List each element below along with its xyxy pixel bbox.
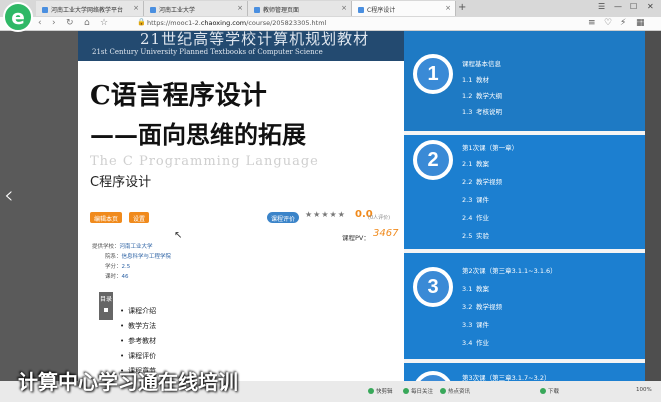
- course-name: C程序设计: [90, 175, 152, 190]
- rating-stars[interactable]: ★★★★★: [305, 210, 346, 219]
- new-tab-button[interactable]: +: [458, 2, 466, 13]
- info-credit: 学分：2.5: [105, 264, 131, 270]
- favicon-icon: [358, 7, 364, 13]
- url-field[interactable]: https://mooc1-2.chaoxing.com/course/2058…: [147, 19, 326, 27]
- tab-label: 河南工业大学网络教学平台: [51, 7, 124, 14]
- chapter-sidebar: 1 课程基本信息 1.1 教材 1.2 教学大纲 1.3 考核说明 2 第1次课（第一…: [404, 31, 645, 402]
- chapter-item[interactable]: 3.3 课件: [462, 319, 489, 329]
- info-school: 提供学校：河南工业大学: [92, 244, 153, 250]
- chapter-number-3: 3: [413, 267, 453, 307]
- chapter-item[interactable]: 3.2 教学视频: [462, 301, 502, 311]
- directory-icon: [104, 308, 108, 312]
- favicon-icon: [254, 7, 260, 13]
- chapter-item[interactable]: 2.2 教学视频: [462, 176, 502, 186]
- book-title: C语言程序设计: [90, 81, 267, 111]
- zoom-level[interactable]: 100%: [636, 387, 652, 393]
- page-scrollbar[interactable]: [645, 31, 661, 402]
- menu-course-rating[interactable]: 课程评价: [120, 351, 156, 361]
- chapter-number-1: 1: [413, 54, 453, 94]
- tab-4[interactable]: C程序设计 ×: [352, 1, 456, 16]
- extensions-icon[interactable]: ▦: [636, 18, 645, 28]
- tab-1[interactable]: 河南工业大学网络教学平台 ×: [36, 1, 144, 16]
- divider: [404, 249, 645, 253]
- rating-count: (0人评价): [368, 215, 391, 221]
- browser-window: 河南工业大学网络教学平台 × 河南工业大学 × 教师管理页面 × C程序设计 × + ☰…: [0, 0, 661, 402]
- menu-reference-books[interactable]: 参考教材: [120, 336, 156, 346]
- chapter-number-2: 2: [413, 140, 453, 180]
- info-dept: 院系：信息科学与工程学院: [105, 254, 172, 260]
- chapter-title-2[interactable]: 第1次课（第一章）: [462, 142, 518, 152]
- mouse-cursor-icon: ↖: [174, 230, 183, 241]
- chapter-item[interactable]: 2.4 作业: [462, 212, 489, 222]
- video-caption-watermark: 计算中心学习通在线培训: [18, 370, 238, 394]
- previous-arrow-icon[interactable]: ‹: [4, 181, 14, 209]
- chapter-item[interactable]: 3.1 教案: [462, 283, 489, 293]
- minimize-icon[interactable]: —: [614, 2, 622, 11]
- lightning-icon[interactable]: ⚡: [620, 18, 626, 28]
- pv-value: 3467: [373, 228, 399, 239]
- divider: [404, 359, 645, 363]
- book-title-en: The C Programming Language: [90, 154, 319, 169]
- divider: [404, 131, 645, 135]
- chapter-item[interactable]: 1.3 考核说明: [462, 106, 502, 116]
- home-icon[interactable]: ⌂: [84, 18, 90, 28]
- chapter-item[interactable]: 2.1 教案: [462, 158, 489, 168]
- tab-strip: 河南工业大学网络教学平台 × 河南工业大学 × 教师管理页面 × C程序设计 × + ☰…: [0, 0, 661, 17]
- close-tab-icon[interactable]: ×: [341, 4, 347, 12]
- menu-icon[interactable]: ☰: [598, 2, 605, 11]
- favicon-icon: [150, 7, 156, 13]
- series-title-en: 21st Century University Planned Textbook…: [92, 48, 323, 56]
- chapter-title-1[interactable]: 课程基本信息: [462, 58, 501, 68]
- tab-label: 河南工业大学: [159, 7, 196, 14]
- status-item[interactable]: 下载: [540, 387, 559, 395]
- back-icon[interactable]: ‹: [38, 18, 42, 28]
- pv-label: 课程PV：: [342, 234, 370, 242]
- favicon-icon: [42, 7, 48, 13]
- reader-icon[interactable]: ≡: [588, 18, 596, 28]
- status-item[interactable]: 热点资讯: [440, 387, 470, 395]
- edit-page-button[interactable]: 编辑本页: [90, 212, 123, 223]
- close-window-icon[interactable]: ✕: [647, 2, 654, 11]
- close-tab-icon[interactable]: ×: [133, 4, 139, 12]
- menu-course-intro[interactable]: 课程介绍: [120, 306, 156, 316]
- reload-icon[interactable]: ↻: [66, 18, 74, 28]
- info-hours: 课时：46: [105, 274, 129, 280]
- series-title-cn: 21世纪高等学校计算机规划教材: [140, 31, 370, 48]
- close-tab-icon[interactable]: ×: [237, 4, 243, 12]
- course-main-panel: 21世纪高等学校计算机规划教材 21st Century University …: [78, 31, 404, 402]
- favorites-icon[interactable]: ♡: [604, 18, 612, 28]
- tab-label: C程序设计: [367, 7, 396, 14]
- secure-lock-icon: 🔒: [137, 18, 146, 26]
- book-cover-banner: 21世纪高等学校计算机规划教材 21st Century University …: [78, 31, 404, 61]
- tab-3[interactable]: 教师管理页面 ×: [248, 1, 352, 16]
- chapter-item[interactable]: 2.3 课件: [462, 194, 489, 204]
- tab-label: 教师管理页面: [263, 7, 300, 14]
- chapter-title-3[interactable]: 第2次课（第三章3.1.1~3.1.6）: [462, 265, 557, 275]
- maximize-icon[interactable]: ☐: [630, 2, 637, 11]
- rate-course-button[interactable]: 课程评价: [267, 212, 300, 223]
- settings-button[interactable]: 设置: [129, 212, 150, 223]
- directory-badge: 目录: [99, 292, 113, 320]
- chapter-item[interactable]: 3.4 作业: [462, 337, 489, 347]
- status-item[interactable]: 快剪辑: [368, 387, 393, 395]
- chapter-item[interactable]: 1.1 教材: [462, 74, 489, 84]
- chapter-item[interactable]: 2.5 实验: [462, 230, 489, 240]
- tab-2[interactable]: 河南工业大学 ×: [144, 1, 248, 16]
- app-logo-icon: e: [3, 2, 33, 32]
- menu-teaching-method[interactable]: 教学方法: [120, 321, 156, 331]
- status-item[interactable]: 每日关注: [403, 387, 433, 395]
- page-content: ‹ 21世纪高等学校计算机规划教材 21st Century Universit…: [0, 31, 661, 402]
- bookmark-star-icon[interactable]: ☆: [100, 18, 108, 28]
- book-subtitle: ——面向思维的拓展: [90, 120, 306, 149]
- chapter-item[interactable]: 1.2 教学大纲: [462, 90, 502, 100]
- forward-icon[interactable]: ›: [52, 18, 56, 28]
- close-tab-icon[interactable]: ×: [445, 4, 451, 12]
- address-bar: ‹ › ↻ ⌂ ☆ 🔒 https://mooc1-2.chaoxing.com…: [0, 17, 661, 31]
